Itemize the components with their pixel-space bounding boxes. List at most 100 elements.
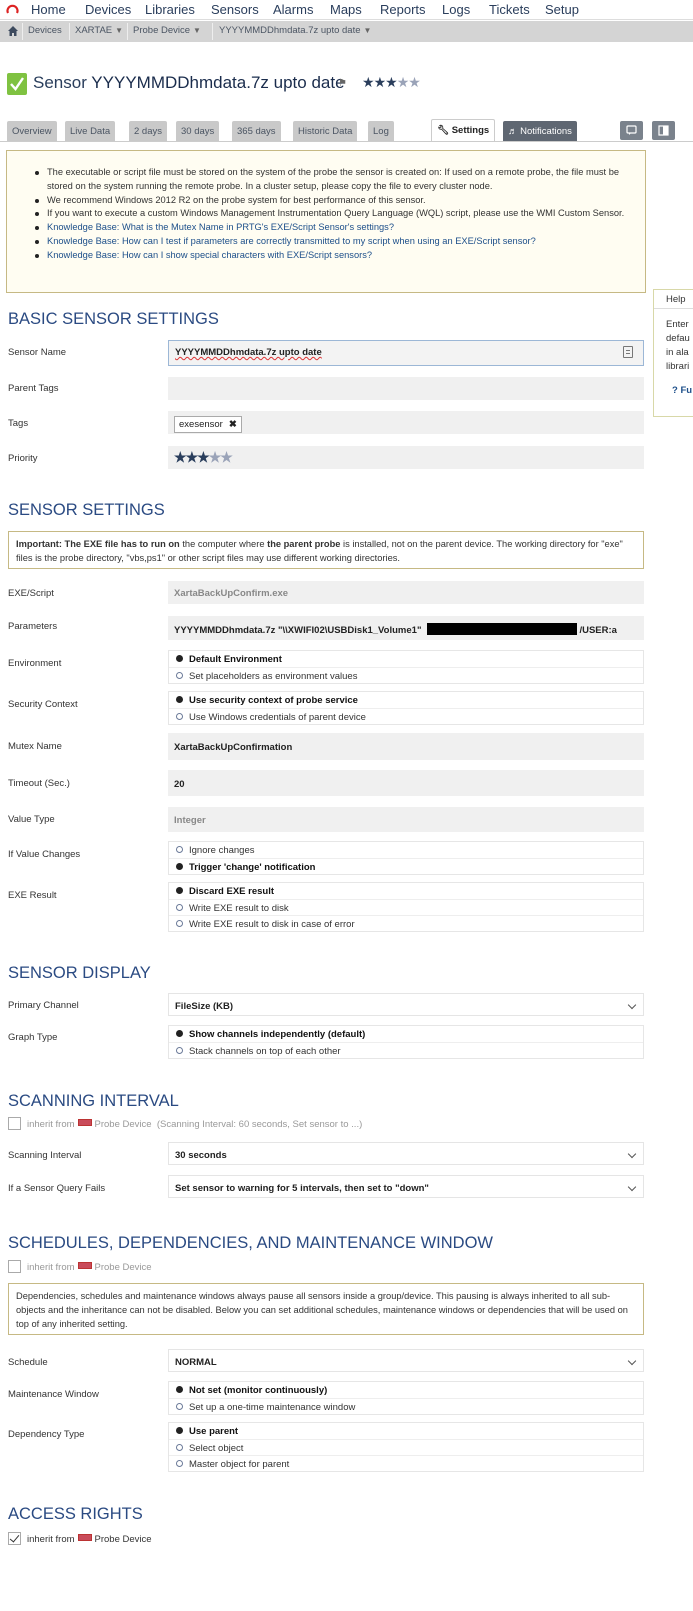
- title-sensor-name: YYYYMMDDhmdata.7z upto date: [91, 73, 345, 92]
- parameters-input[interactable]: YYYYMMDDhmdata.7z "\\XWIFI02\USBDisk1_Vo…: [168, 616, 644, 640]
- top-navigation: Home Devices Libraries Sensors Alarms Ma…: [0, 0, 693, 20]
- prtg-logo-icon[interactable]: [6, 3, 19, 16]
- section-access-heading: ACCESS RIGHTS: [8, 1505, 143, 1523]
- help-line: defau: [666, 333, 690, 344]
- radio-discard-result[interactable]: Discard EXE result: [169, 883, 643, 899]
- radio-channels-independently[interactable]: Show channels independently (default): [169, 1026, 643, 1042]
- info-notes-box: The executable or script file must be st…: [6, 150, 646, 293]
- tab-live-data[interactable]: Live Data: [65, 121, 116, 141]
- nav-logs[interactable]: Logs: [442, 2, 470, 17]
- star-icon[interactable]: ★: [220, 449, 233, 465]
- radio-master-object[interactable]: Master object for parent: [169, 1455, 643, 1471]
- radio-dot: [176, 696, 183, 703]
- home-icon[interactable]: [7, 25, 19, 37]
- radio-label: Set placeholders as environment values: [189, 671, 358, 682]
- star-icon[interactable]: ★: [209, 449, 222, 465]
- kb-link-parameters[interactable]: Knowledge Base: How can I test if parame…: [47, 236, 536, 246]
- dependency-type-label: Dependency Type: [8, 1429, 85, 1440]
- tab-365-days[interactable]: 365 days: [232, 121, 281, 141]
- schedule-select[interactable]: NORMAL: [168, 1349, 644, 1372]
- radio-one-time-maintenance[interactable]: Set up a one-time maintenance window: [169, 1398, 643, 1414]
- radio-label: Default Environment: [189, 654, 282, 665]
- inherit-schedules-checkbox[interactable]: [8, 1260, 21, 1273]
- radio-probe-service-context[interactable]: Use security context of probe service: [169, 692, 643, 708]
- nav-maps[interactable]: Maps: [330, 2, 362, 17]
- nav-tickets[interactable]: Tickets: [489, 2, 530, 17]
- radio-use-parent[interactable]: Use parent: [169, 1423, 643, 1439]
- radio-placeholders-env[interactable]: Set placeholders as environment values: [169, 667, 643, 683]
- help-title: Help: [654, 290, 693, 309]
- priority-field: ★★★★★: [168, 446, 644, 469]
- important-note: Important: The EXE file has to run on th…: [8, 531, 644, 569]
- breadcrumb-group[interactable]: XARTAE ▼: [75, 25, 123, 36]
- nav-reports[interactable]: Reports: [380, 2, 426, 17]
- tag-chip[interactable]: exesensor ✖: [174, 416, 242, 433]
- tab-notifications[interactable]: ♬ Notifications: [503, 121, 577, 141]
- close-icon[interactable]: ✖: [229, 419, 237, 430]
- radio-default-environment[interactable]: Default Environment: [169, 651, 643, 667]
- radio-label: Use parent: [189, 1426, 239, 1437]
- kb-link-mutex[interactable]: Knowledge Base: What is the Mutex Name i…: [47, 222, 394, 232]
- kb-link-special-chars[interactable]: Knowledge Base: How can I show special c…: [47, 250, 372, 260]
- breadcrumb-sensor[interactable]: YYYYMMDDhmdata.7z upto date ▼: [219, 25, 371, 36]
- wrench-icon: 🔧︎: [437, 125, 450, 136]
- help-link[interactable]: ? Fu: [672, 385, 692, 396]
- section-schedules-heading: SCHEDULES, DEPENDENCIES, AND MAINTENANCE…: [8, 1234, 493, 1252]
- tags-input[interactable]: exesensor ✖: [168, 411, 644, 434]
- radio-stack-channels[interactable]: Stack channels on top of each other: [169, 1042, 643, 1058]
- parameters-label: Parameters: [8, 621, 58, 632]
- tab-30-days[interactable]: 30 days: [176, 121, 220, 141]
- tab-overview[interactable]: Overview: [7, 121, 57, 141]
- help-text: Enter defau in ala librari: [666, 318, 693, 374]
- query-fails-select[interactable]: Set sensor to warning for 5 intervals, t…: [168, 1175, 644, 1198]
- nav-alarms[interactable]: Alarms: [273, 2, 313, 17]
- device-icon: [77, 1534, 92, 1541]
- contact-card-icon[interactable]: [623, 346, 633, 358]
- radio-not-set[interactable]: Not set (monitor continuously): [169, 1382, 643, 1398]
- tab-log[interactable]: Log: [368, 121, 394, 141]
- info-panel-button[interactable]: [652, 121, 675, 140]
- chevron-down-icon: ▼: [363, 26, 372, 35]
- tab-2-days[interactable]: 2 days: [129, 121, 167, 141]
- star-icon[interactable]: ★: [174, 449, 187, 465]
- radio-select-object[interactable]: Select object: [169, 1439, 643, 1455]
- radio-label: Use Windows credentials of parent device: [189, 712, 366, 723]
- radio-trigger-change[interactable]: Trigger 'change' notification: [169, 858, 643, 874]
- nav-setup[interactable]: Setup: [545, 2, 579, 17]
- mutex-name-input[interactable]: XartaBackUpConfirmation: [168, 733, 644, 760]
- comments-button[interactable]: [620, 121, 643, 140]
- nav-devices[interactable]: Devices: [85, 2, 131, 17]
- tab-settings[interactable]: 🔧︎ Settings: [431, 119, 496, 142]
- tab-divider: [0, 141, 693, 142]
- breadcrumb-device[interactable]: Probe Device ▼: [133, 25, 201, 36]
- section-scanning-heading: SCANNING INTERVAL: [8, 1092, 179, 1110]
- star-icon[interactable]: ★: [197, 449, 210, 465]
- breadcrumb-devices[interactable]: Devices: [28, 25, 62, 36]
- radio-ignore-changes[interactable]: Ignore changes: [169, 842, 643, 858]
- inherit-access-checkbox[interactable]: [8, 1532, 21, 1545]
- primary-channel-select[interactable]: FileSize (KB): [168, 993, 644, 1016]
- radio-dot: [176, 904, 183, 911]
- star-icon[interactable]: ★: [186, 449, 199, 465]
- priority-stars-field[interactable]: ★★★★★: [174, 449, 233, 465]
- dependency-radio-group: Use parent Select object Master object f…: [168, 1422, 644, 1472]
- nav-sensors[interactable]: Sensors: [211, 2, 259, 17]
- radio-dot: [176, 713, 183, 720]
- radio-dot: [176, 672, 183, 679]
- breadcrumb-sensor-label: YYYYMMDDhmdata.7z upto date: [219, 25, 361, 36]
- flag-icon[interactable]: ⚑: [338, 78, 347, 89]
- timeout-input[interactable]: 20: [168, 770, 644, 796]
- radio-write-result-error[interactable]: Write EXE result to disk in case of erro…: [169, 915, 643, 931]
- tab-historic-data[interactable]: Historic Data: [293, 121, 358, 141]
- scanning-interval-label: Scanning Interval: [8, 1150, 82, 1161]
- inherit-scanning-checkbox[interactable]: [8, 1117, 21, 1130]
- scanning-interval-select[interactable]: 30 seconds: [168, 1142, 644, 1165]
- inherit-text: inherit from: [27, 1262, 75, 1273]
- sensor-name-input[interactable]: YYYYMMDDhmdata.7z upto date: [168, 340, 644, 366]
- radio-windows-credentials[interactable]: Use Windows credentials of parent device: [169, 708, 643, 724]
- nav-home[interactable]: Home: [31, 2, 66, 17]
- inherit-device: Probe Device: [94, 1262, 152, 1273]
- radio-write-result[interactable]: Write EXE result to disk: [169, 899, 643, 915]
- nav-libraries[interactable]: Libraries: [145, 2, 195, 17]
- priority-stars[interactable]: ★★★★★: [362, 74, 421, 91]
